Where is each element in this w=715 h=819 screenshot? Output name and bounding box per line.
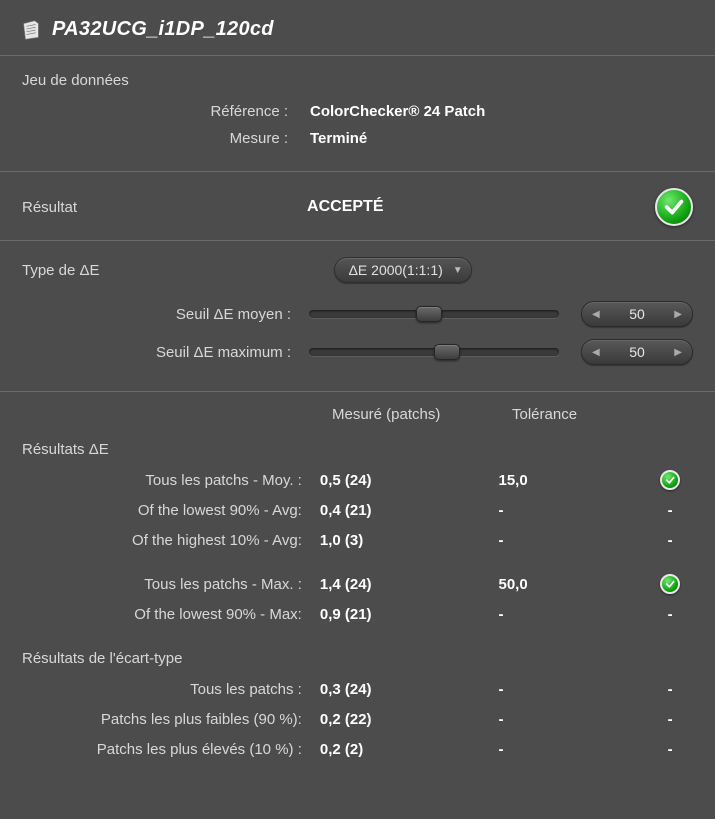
table-row: Tous les patchs : 0,3 (24) - - bbox=[22, 677, 693, 701]
reference-label: Référence : bbox=[22, 103, 310, 120]
row-tolerance: 15,0 bbox=[498, 472, 647, 489]
dataset-section-title: Jeu de données bbox=[22, 72, 693, 89]
deltae-type-label: Type de ΔE bbox=[22, 262, 100, 279]
row-label: Tous les patchs - Max. : bbox=[22, 576, 320, 593]
avg-threshold-row: Seuil ΔE moyen : ◀ 50 ▶ bbox=[22, 301, 693, 327]
row-measured: 0,9 (21) bbox=[320, 606, 499, 623]
row-measured: 0,2 (2) bbox=[320, 741, 499, 758]
triangle-right-icon[interactable]: ▶ bbox=[674, 347, 682, 358]
row-status: - bbox=[647, 532, 693, 549]
table-row: Tous les patchs - Moy. : 0,5 (24) 15,0 bbox=[22, 468, 693, 492]
col-measured-header: Mesuré (patchs) bbox=[332, 406, 512, 423]
row-status: - bbox=[647, 502, 693, 519]
slider-thumb[interactable] bbox=[434, 344, 460, 360]
table-row: Of the lowest 90% - Max: 0,9 (21) - - bbox=[22, 602, 693, 626]
table-row: Tous les patchs - Max. : 1,4 (24) 50,0 bbox=[22, 572, 693, 596]
row-label: Of the highest 10% - Avg: bbox=[22, 532, 320, 549]
app-panel: PA32UCG_i1DP_120cd Jeu de données Référe… bbox=[0, 0, 715, 783]
max-threshold-label: Seuil ΔE maximum : bbox=[22, 344, 309, 361]
triangle-right-icon[interactable]: ▶ bbox=[674, 309, 682, 320]
avg-threshold-label: Seuil ΔE moyen : bbox=[22, 306, 309, 323]
row-measured: 0,4 (21) bbox=[320, 502, 499, 519]
row-measured: 0,5 (24) bbox=[320, 472, 499, 489]
row-tolerance: - bbox=[498, 532, 647, 549]
deltae-type-value: ΔE 2000(1:1:1) bbox=[349, 262, 443, 278]
row-status bbox=[647, 574, 693, 594]
chevron-down-icon: ▼ bbox=[453, 265, 463, 276]
slider-thumb[interactable] bbox=[416, 306, 442, 322]
row-status: - bbox=[647, 741, 693, 758]
results-section: Mesuré (patchs) Tolérance Résultats ΔE T… bbox=[0, 392, 715, 783]
row-label: Tous les patchs - Moy. : bbox=[22, 472, 320, 489]
triangle-left-icon[interactable]: ◀ bbox=[592, 347, 600, 358]
check-icon bbox=[660, 574, 680, 594]
max-threshold-slider[interactable] bbox=[309, 348, 559, 356]
row-label: Tous les patchs : bbox=[22, 681, 320, 698]
page-title: PA32UCG_i1DP_120cd bbox=[52, 18, 274, 41]
row-label: Patchs les plus élevés (10 %) : bbox=[22, 741, 320, 758]
row-measured: 1,0 (3) bbox=[320, 532, 499, 549]
col-tolerance-header: Tolérance bbox=[512, 406, 662, 423]
measure-label: Mesure : bbox=[22, 130, 310, 147]
result-section: Résultat ACCEPTÉ bbox=[0, 172, 715, 241]
table-row: Patchs les plus élevés (10 %) : 0,2 (2) … bbox=[22, 737, 693, 761]
measure-value: Terminé bbox=[310, 130, 367, 147]
stddev-results-title: Résultats de l'écart-type bbox=[22, 650, 693, 667]
row-measured: 0,2 (22) bbox=[320, 711, 499, 728]
row-status: - bbox=[647, 606, 693, 623]
reference-row: Référence : ColorChecker® 24 Patch bbox=[22, 103, 693, 120]
max-threshold-stepper[interactable]: ◀ 50 ▶ bbox=[581, 339, 693, 365]
row-label: Of the lowest 90% - Max: bbox=[22, 606, 320, 623]
avg-threshold-stepper[interactable]: ◀ 50 ▶ bbox=[581, 301, 693, 327]
row-status: - bbox=[647, 681, 693, 698]
row-tolerance: - bbox=[498, 681, 647, 698]
row-label: Of the lowest 90% - Avg: bbox=[22, 502, 320, 519]
row-tolerance: - bbox=[498, 502, 647, 519]
deltae-type-dropdown[interactable]: ΔE 2000(1:1:1) ▼ bbox=[334, 257, 472, 283]
column-headers: Mesuré (patchs) Tolérance bbox=[22, 406, 693, 423]
reference-value: ColorChecker® 24 Patch bbox=[310, 103, 485, 120]
row-measured: 0,3 (24) bbox=[320, 681, 499, 698]
row-tolerance: 50,0 bbox=[498, 576, 647, 593]
result-label: Résultat bbox=[22, 199, 77, 216]
deltae-results-title: Résultats ΔE bbox=[22, 441, 693, 458]
table-row: Patchs les plus faibles (90 %): 0,2 (22)… bbox=[22, 707, 693, 731]
deltae-config-section: Type de ΔE ΔE 2000(1:1:1) ▼ Seuil ΔE moy… bbox=[0, 241, 715, 392]
check-icon bbox=[660, 470, 680, 490]
row-status: - bbox=[647, 711, 693, 728]
avg-threshold-value: 50 bbox=[629, 306, 645, 322]
row-tolerance: - bbox=[498, 711, 647, 728]
document-icon bbox=[20, 19, 42, 41]
dataset-section: Jeu de données Référence : ColorChecker®… bbox=[0, 56, 715, 172]
max-threshold-row: Seuil ΔE maximum : ◀ 50 ▶ bbox=[22, 339, 693, 365]
max-threshold-value: 50 bbox=[629, 344, 645, 360]
triangle-left-icon[interactable]: ◀ bbox=[592, 309, 600, 320]
row-measured: 1,4 (24) bbox=[320, 576, 499, 593]
title-bar: PA32UCG_i1DP_120cd bbox=[0, 0, 715, 56]
result-status-icon bbox=[655, 188, 693, 226]
row-tolerance: - bbox=[498, 741, 647, 758]
table-row: Of the lowest 90% - Avg: 0,4 (21) - - bbox=[22, 498, 693, 522]
table-row: Of the highest 10% - Avg: 1,0 (3) - - bbox=[22, 528, 693, 552]
row-label: Patchs les plus faibles (90 %): bbox=[22, 711, 320, 728]
row-tolerance: - bbox=[498, 606, 647, 623]
measure-row: Mesure : Terminé bbox=[22, 130, 693, 147]
result-value: ACCEPTÉ bbox=[307, 198, 383, 216]
avg-threshold-slider[interactable] bbox=[309, 310, 559, 318]
row-status bbox=[647, 470, 693, 490]
